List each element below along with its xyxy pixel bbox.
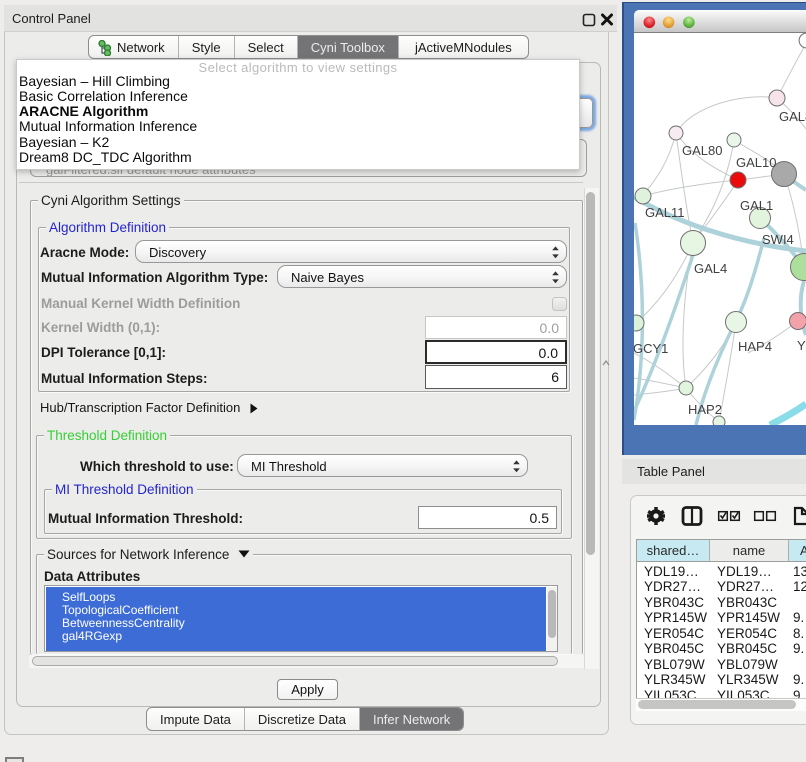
svg-text:GAL80: GAL80: [682, 143, 722, 158]
svg-text:HAP4: HAP4: [738, 339, 772, 354]
svg-text:GAL1: GAL1: [740, 198, 773, 213]
svg-text:Y: Y: [797, 338, 806, 353]
svg-text:GAL10: GAL10: [736, 155, 776, 170]
svg-text:GAL11: GAL11: [645, 205, 685, 220]
svg-text:GCY1: GCY1: [634, 341, 668, 356]
svg-text:HAP2: HAP2: [688, 402, 722, 417]
svg-text:SWI4: SWI4: [762, 232, 794, 247]
svg-text:GAL8: GAL8: [779, 109, 806, 124]
svg-text:GAL4: GAL4: [694, 261, 727, 276]
